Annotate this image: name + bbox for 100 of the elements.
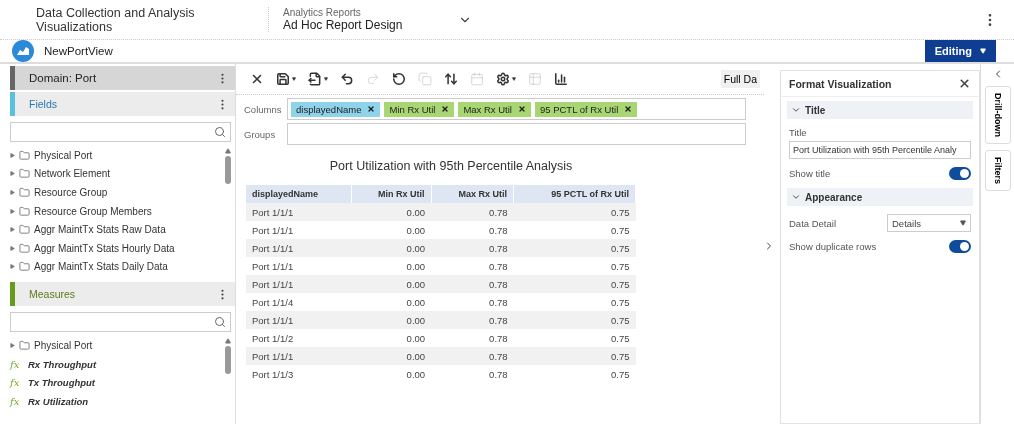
shelf-label: Columns <box>244 103 283 115</box>
table-cell: 0.00 <box>351 275 432 293</box>
chevron-down-icon <box>791 192 801 202</box>
remove-icon[interactable] <box>624 105 633 113</box>
table-cell: 0.75 <box>513 275 636 293</box>
chart-icon <box>554 72 568 86</box>
expand-icon[interactable] <box>10 227 15 233</box>
expand-icon[interactable] <box>10 208 15 214</box>
columns-shelf[interactable]: displayedName Min Rx Util Max Rx Util 95 PCTL of Rx Util <box>287 98 746 120</box>
side-tab[interactable]: Drill-down <box>984 86 1011 144</box>
tree-item[interactable]: Rx Throughput <box>28 358 97 370</box>
table-cell: Port 1/1/1 <box>246 275 352 293</box>
app-title: Data Collection and Analysis Visualizations <box>36 5 196 34</box>
formula-marker: fx <box>10 358 21 370</box>
column-header: displayedName <box>246 185 352 203</box>
domain-title: Domain: Port <box>29 72 97 84</box>
chevron-down-icon <box>791 105 801 115</box>
expand-icon[interactable] <box>10 245 15 251</box>
folder-icon <box>19 205 30 217</box>
tree-item[interactable]: Tx Throughput <box>28 377 95 389</box>
data-button[interactable]: Full Da <box>720 70 760 88</box>
table-cell: Port 1/1/1 <box>246 347 352 365</box>
copy-icon <box>418 72 432 86</box>
detail-dropdown[interactable]: Details <box>887 214 971 232</box>
expand-icon[interactable] <box>10 171 15 177</box>
scroll-up-icon[interactable] <box>225 338 231 345</box>
side-tab[interactable]: Filters <box>984 150 1011 191</box>
toggle-switch[interactable] <box>949 240 971 253</box>
column-header: 95 PCTL of Rx Util <box>513 185 636 203</box>
undo-icon <box>340 72 354 86</box>
toggle-switch[interactable] <box>949 167 971 180</box>
fields-title: Fields <box>29 98 57 110</box>
field-label: Show title <box>789 168 831 179</box>
tree-item[interactable]: Network Element <box>34 168 111 180</box>
close-icon[interactable] <box>958 77 971 90</box>
folder-icon <box>19 168 30 180</box>
section-header[interactable]: Appearance <box>787 188 973 206</box>
table-cell: Port 1/1/1 <box>246 311 352 329</box>
table-cell: 0.75 <box>513 203 636 221</box>
expand-icon[interactable] <box>10 342 15 348</box>
table-cell: 0.78 <box>431 311 514 329</box>
table-cell: Port 1/1/1 <box>246 203 352 221</box>
remove-icon[interactable] <box>441 105 450 113</box>
table-cell: 0.75 <box>513 329 636 347</box>
report-title: Port Utilization with 95th Percentile Analysis <box>328 159 574 173</box>
remove-icon[interactable] <box>367 105 376 113</box>
search-icon <box>214 316 226 329</box>
title-input[interactable]: Port Utilization with 95th Percentile Analy <box>789 141 971 159</box>
expand-icon[interactable] <box>10 264 15 270</box>
scroll-up-icon[interactable] <box>225 148 231 154</box>
tree-item[interactable]: Aggr MaintTx Stats Hourly Data <box>34 242 175 254</box>
column-header: Min Rx Util <box>351 185 432 203</box>
table-cell: 0.00 <box>351 203 432 221</box>
tree-item[interactable]: Resource Group <box>34 187 108 198</box>
scroll-thumb[interactable] <box>225 156 231 184</box>
mode-dropdown[interactable]: Editing <box>924 40 996 62</box>
remove-icon[interactable] <box>517 105 526 113</box>
table-cell: 0.00 <box>351 347 432 365</box>
search-field[interactable] <box>10 312 231 333</box>
table-cell: Port 1/1/1 <box>246 221 352 239</box>
caret-icon <box>980 48 986 54</box>
expand-icon[interactable] <box>10 190 15 195</box>
column-tag[interactable]: 95 PCTL of Rx Util <box>534 101 638 117</box>
column-header: Max Rx Util <box>431 185 514 203</box>
table-cell: 0.75 <box>513 221 636 239</box>
table-cell: 0.78 <box>431 293 514 311</box>
table-cell: 0.00 <box>351 293 432 311</box>
tree-item[interactable]: Physical Port <box>34 149 93 161</box>
search-field[interactable] <box>10 122 231 142</box>
tree-item[interactable]: Physical Port <box>34 339 93 351</box>
formula-marker: fx <box>10 395 21 407</box>
table-cell: 0.75 <box>513 347 636 365</box>
field-label: Show duplicate rows <box>789 241 877 252</box>
save-icon <box>276 72 290 86</box>
shelf-label: Groups <box>244 128 277 140</box>
table-cell: Port 1/1/4 <box>246 293 352 311</box>
table-cell: 0.78 <box>431 329 514 347</box>
folder-icon <box>19 242 30 254</box>
folder-icon <box>19 261 30 273</box>
table-cell: 0.78 <box>431 347 514 365</box>
table-cell: Port 1/1/1 <box>246 239 352 257</box>
column-tag[interactable]: displayedName <box>291 101 381 117</box>
column-tag[interactable]: Max Rx Util <box>458 101 531 117</box>
tree-item[interactable]: Aggr MaintTx Stats Daily Data <box>34 261 168 273</box>
table-cell: 0.00 <box>351 221 432 239</box>
section-header[interactable]: Title <box>787 101 973 119</box>
caret-icon <box>292 77 296 81</box>
column-tag[interactable]: Min Rx Util <box>384 101 455 117</box>
table-cell: 0.00 <box>351 311 432 329</box>
expand-icon[interactable] <box>10 152 15 158</box>
table-cell: 0.78 <box>431 221 514 239</box>
folder-icon <box>19 224 30 236</box>
redo-icon <box>366 72 380 86</box>
tree-item[interactable]: Rx Utilization <box>28 395 89 407</box>
table-cell: Port 1/1/1 <box>246 257 352 275</box>
scroll-thumb[interactable] <box>225 346 231 375</box>
tree-item[interactable]: Resource Group Members <box>34 205 152 217</box>
chart-logo-icon <box>12 40 34 62</box>
tree-item[interactable]: Aggr MaintTx Stats Raw Data <box>34 224 166 236</box>
folder-icon <box>19 149 30 161</box>
